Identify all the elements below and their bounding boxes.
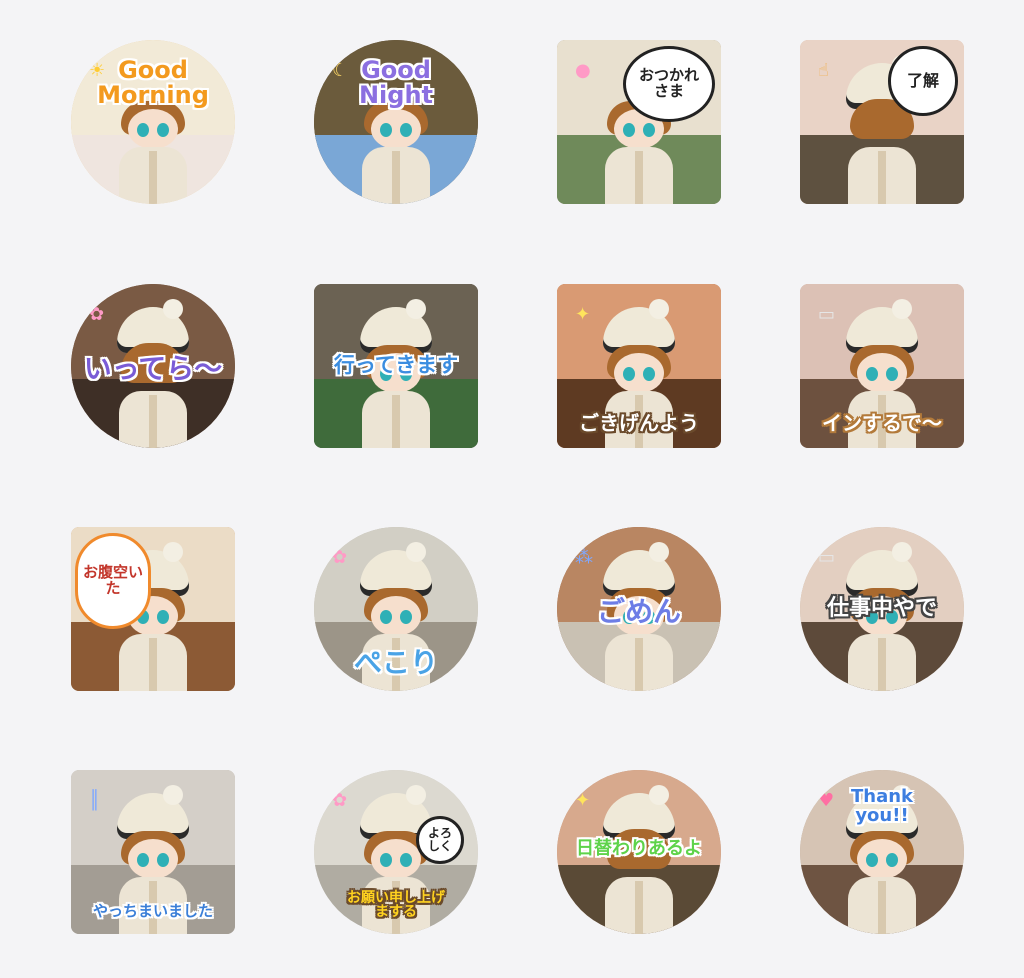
sticker-caption: 仕事中やで [826,596,937,621]
flower-icon: ✿ [89,304,105,325]
flower-icon: ✿ [332,547,348,568]
sticker-11[interactable]: ⁂ ごめん [557,527,721,691]
monitor-icon: ▭ [818,547,836,568]
sticker-caption: ごきげんよう [579,411,699,435]
sticker-7[interactable]: ✦ ごきげんよう [557,284,721,448]
sticker-caption: Good Night [358,56,434,110]
sticker-caption: 行ってきます [333,353,459,377]
speech-bubble: よろ しく [416,816,464,864]
sticker-caption: やっちまいました [92,902,213,921]
sticker-8[interactable]: ▭ インするで〜 [800,284,964,448]
sticker-caption: Good Morning [97,56,209,110]
sticker-2[interactable]: ☾ Good Night [314,40,478,204]
sticker-caption: Thank you!! [850,786,914,826]
sticker-14[interactable]: ✿ お願い申し上げ まする よろ しく [314,770,478,934]
sticker-1[interactable]: ☀ Good Morning [71,40,235,204]
sticker-caption: お願い申し上げ まする [347,889,445,921]
monitor-icon: ▭ [818,304,836,325]
sticker-12[interactable]: ▭ 仕事中やで [800,527,964,691]
sticker-6[interactable]: 行ってきます [314,284,478,448]
sticker-3[interactable]: ● おつかれ さま [557,40,721,204]
doll-figure [597,784,681,934]
sticker-caption: 日替わりあるよ [576,838,702,859]
lines-icon: ║ [89,790,100,811]
sticker-4[interactable]: ☝ 了解 [800,40,964,204]
sticker-caption: ごめん [596,595,681,628]
sticker-16[interactable]: ♥ Thank you!! [800,770,964,934]
speech-bubble: お腹空いた [75,533,151,629]
sticker-5[interactable]: ✿ いってら〜 [71,284,235,448]
sticker-grid: ☀ Good Morning ☾ Good Night ● おつかれ さま ☝ 了解 ✿ いってら… [0,0,1024,978]
speech-bubble: おつかれ さま [623,46,715,122]
speech-bubble: 了解 [888,46,958,116]
sticker-9[interactable]: ◒お腹空いた [71,527,235,691]
sticker-caption: ぺこり [353,645,438,679]
sparkle-icon: ✦ [575,790,591,811]
flower-icon: ✿ [332,790,348,811]
sparkle-icon: ✦ [575,304,591,325]
sticker-caption: いってら〜 [83,352,223,385]
sticker-15[interactable]: ✦ 日替わりあるよ [557,770,721,934]
sticker-caption: インするで〜 [822,411,942,435]
sticker-10[interactable]: ✿ ぺこり [314,527,478,691]
tear-icon: ⁂ [575,547,593,568]
pink-dots-icon: ● [575,60,591,81]
thumbs-up-icon: ☝ [818,60,829,81]
sticker-13[interactable]: ║ やっちまいました [71,770,235,934]
doll-figure [354,298,438,448]
